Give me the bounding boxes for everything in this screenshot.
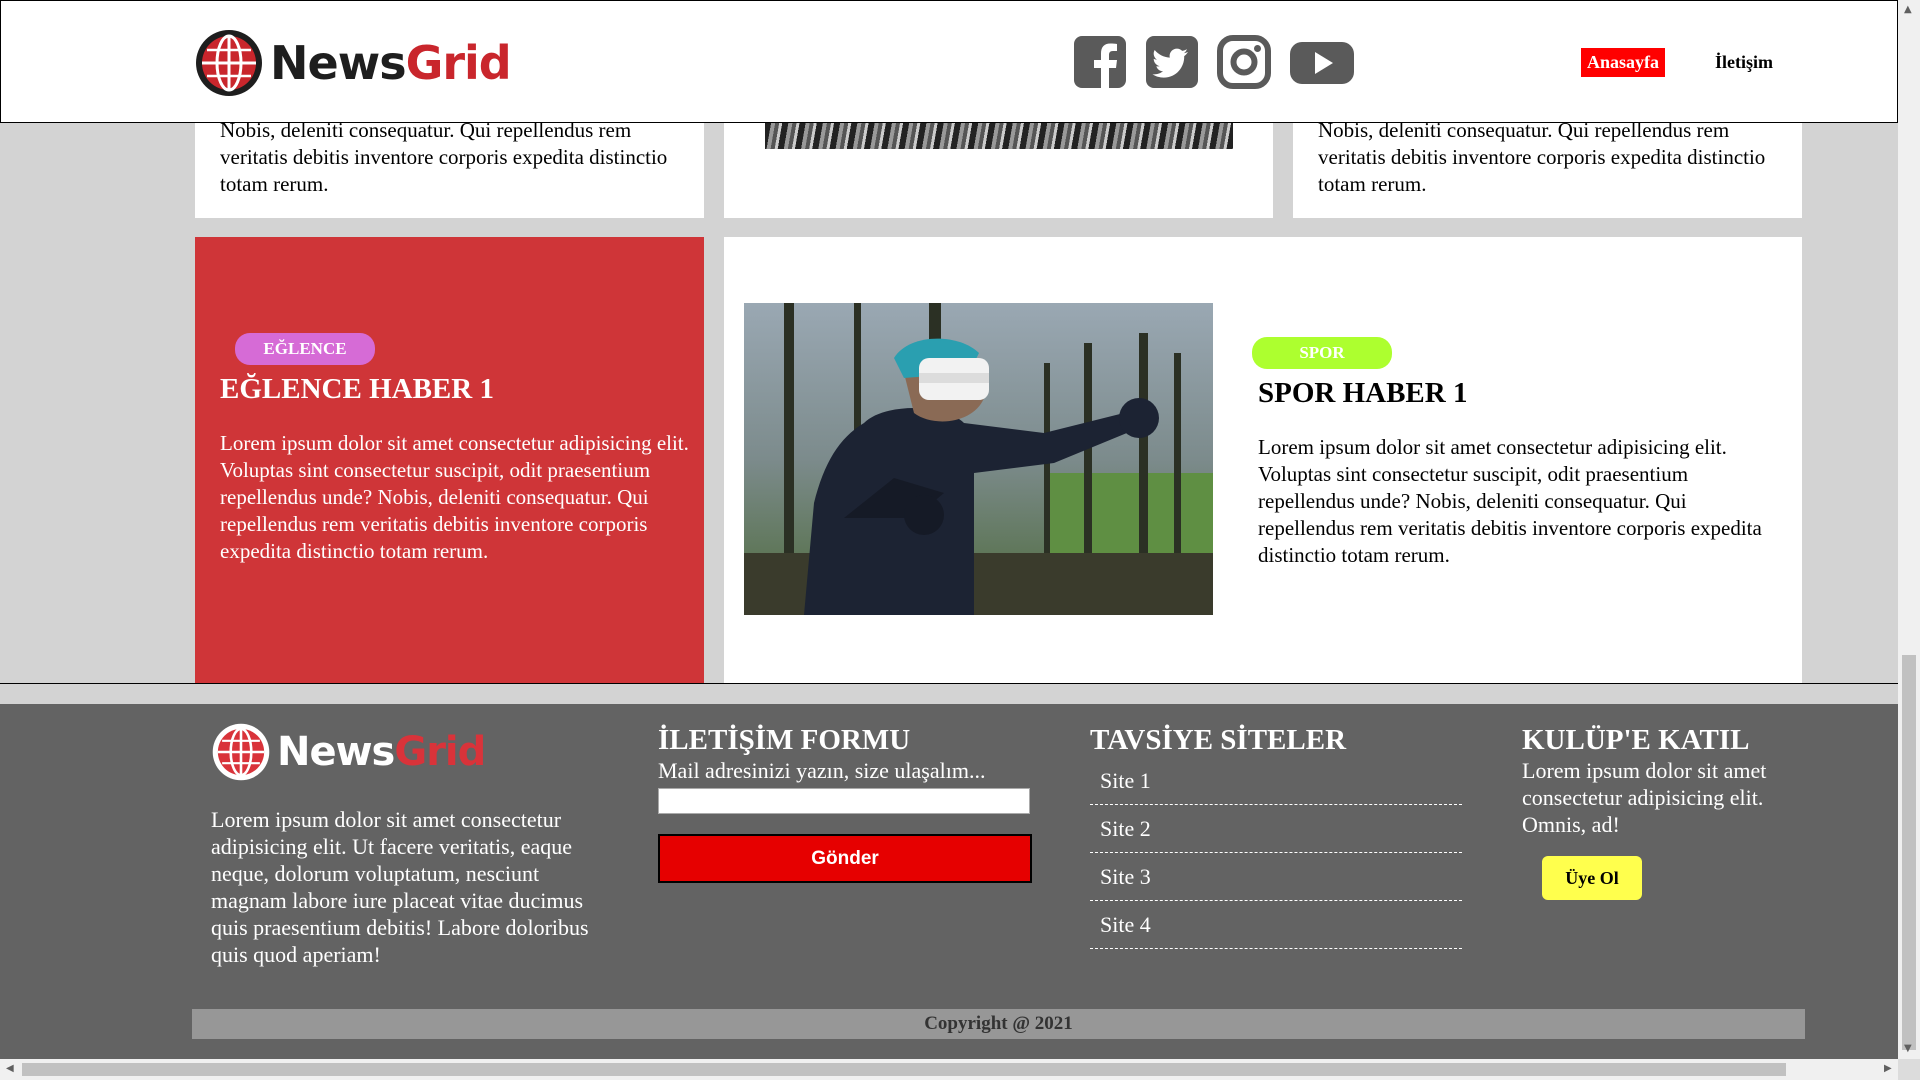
youtube-icon[interactable] [1289, 35, 1355, 89]
recommended-sites: TAVSİYE SİTELER Site 1 Site 2 Site 3 Sit… [1090, 724, 1462, 949]
sport-news-card[interactable]: SPOR SPOR HABER 1 Lorem ipsum dolor sit … [724, 237, 1802, 683]
join-club-text: Lorem ipsum dolor sit amet consectetur a… [1522, 758, 1767, 837]
news-card-top-right[interactable]: Nobis, deleniti consequatur. Qui repelle… [1293, 118, 1802, 218]
nav-contact-link[interactable]: İletişim [1715, 52, 1773, 73]
logo-part1: News [270, 36, 407, 90]
site-header: NewsGrid Anasayfa İletişim [0, 0, 1898, 123]
join-club-title: KULÜP'E KATIL [1522, 724, 1750, 756]
recommended-sites-title: TAVSİYE SİTELER [1090, 724, 1347, 756]
category-badge: SPOR [1252, 337, 1392, 369]
instagram-icon[interactable] [1217, 35, 1271, 89]
news-card-top-left[interactable]: Nobis, deleniti consequatur. Qui repelle… [195, 118, 704, 218]
news-title: EĞLENCE HABER 1 [220, 373, 494, 405]
email-input[interactable] [658, 788, 1030, 814]
news-text: Nobis, deleniti consequatur. Qui repelle… [1318, 118, 1766, 196]
news-grid: Nobis, deleniti consequatur. Qui repelle… [0, 118, 1898, 684]
logo-part2: Grid [394, 729, 486, 775]
submit-button[interactable]: Gönder [658, 834, 1032, 883]
category-badge: EĞLENCE [235, 333, 375, 365]
news-text: Lorem ipsum dolor sit amet consectetur a… [1258, 435, 1762, 567]
join-button[interactable]: Üye Ol [1542, 856, 1642, 900]
logo-part1: News [277, 729, 395, 775]
site-link[interactable]: Site 1 [1090, 757, 1462, 805]
join-club: KULÜP'E KATIL Lorem ipsum dolor sit amet… [1522, 724, 1812, 900]
logo-text: NewsGrid [277, 729, 486, 775]
footer-about-text: Lorem ipsum dolor sit amet consectetur a… [211, 807, 589, 967]
horizontal-scrollbar[interactable]: ◀ ▶ [0, 1059, 1898, 1080]
facebook-icon[interactable] [1073, 35, 1127, 89]
logo-part2: Grid [405, 36, 512, 90]
scroll-up-icon[interactable]: ▲ [1904, 4, 1912, 15]
contact-form-subtitle: Mail adresinizi yazın, size ulaşalım... [658, 758, 986, 783]
news-image [765, 123, 1233, 149]
scroll-left-icon[interactable]: ◀ [6, 1063, 14, 1074]
scroll-down-icon[interactable]: ▼ [1904, 1043, 1912, 1054]
site-footer: NewsGrid Lorem ipsum dolor sit amet cons… [0, 704, 1898, 1059]
vertical-scroll-thumb[interactable] [1902, 655, 1916, 1050]
contact-form-title: İLETİŞİM FORMU [658, 724, 911, 756]
vertical-scrollbar[interactable]: ▲ ▼ [1898, 0, 1920, 1059]
sport-news-image [744, 303, 1213, 615]
site-logo[interactable]: NewsGrid [194, 28, 512, 98]
entertainment-news-card[interactable]: EĞLENCE EĞLENCE HABER 1 Lorem ipsum dolo… [195, 237, 704, 683]
news-text: Nobis, deleniti consequatur. Qui repelle… [220, 118, 668, 196]
logo-text: NewsGrid [270, 36, 512, 90]
site-link[interactable]: Site 3 [1090, 853, 1462, 901]
globe-icon [212, 723, 270, 781]
globe-icon [196, 30, 262, 96]
news-card-top-middle[interactable] [724, 123, 1273, 218]
contact-form: İLETİŞİM FORMU Mail adresinizi yazın, si… [658, 724, 1032, 883]
footer-logo[interactable]: NewsGrid [211, 722, 486, 782]
copyright-bar: Copyright @ 2021 [192, 1009, 1805, 1039]
scroll-right-icon[interactable]: ▶ [1884, 1063, 1892, 1074]
scrollbar-corner [1898, 1059, 1920, 1080]
site-link[interactable]: Site 4 [1090, 901, 1462, 949]
twitter-icon[interactable] [1145, 35, 1199, 89]
site-link[interactable]: Site 2 [1090, 805, 1462, 853]
news-title: SPOR HABER 1 [1258, 377, 1468, 409]
page: NewsGrid Anasayfa İletişim Nobis, deleni… [0, 0, 1898, 1059]
nav-home-link[interactable]: Anasayfa [1581, 48, 1666, 77]
news-text: Lorem ipsum dolor sit amet consectetur a… [220, 431, 689, 563]
social-links [1073, 35, 1355, 89]
horizontal-scroll-thumb[interactable] [22, 1063, 1786, 1076]
